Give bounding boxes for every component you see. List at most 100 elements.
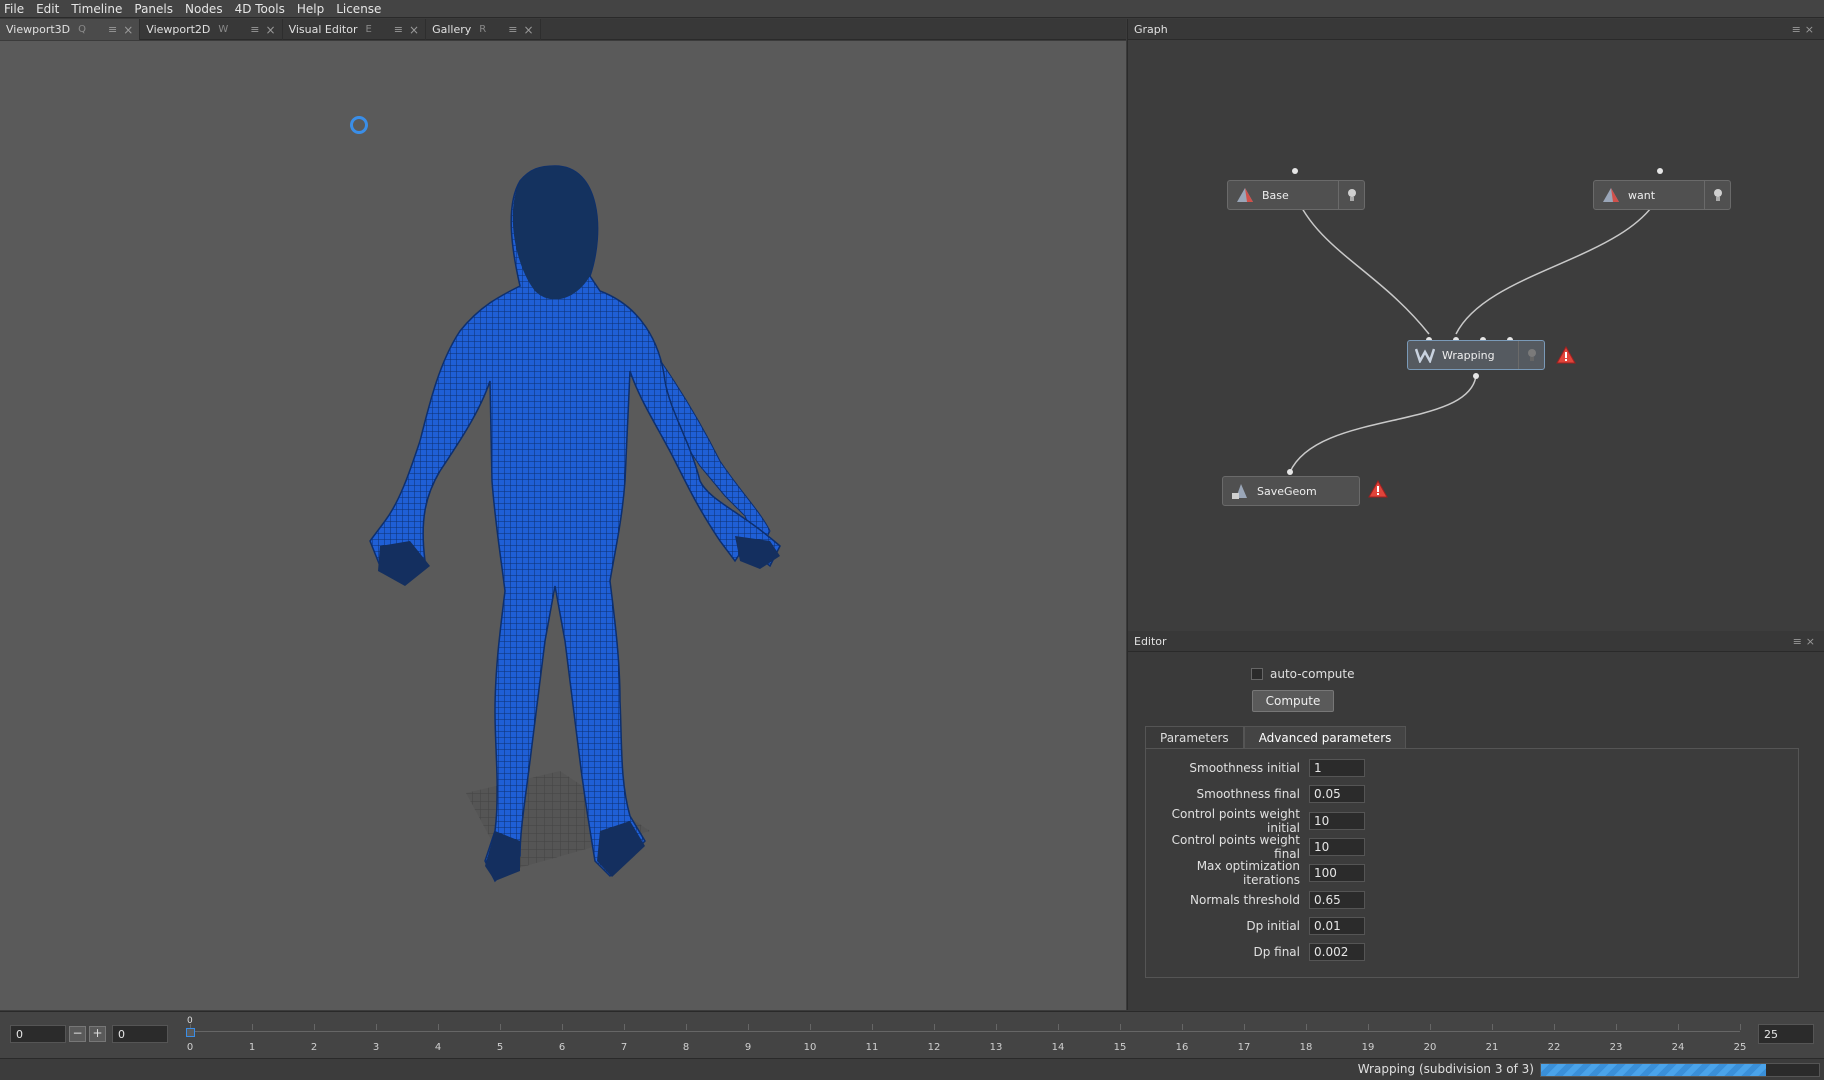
end-frame-field[interactable]: [1758, 1024, 1814, 1044]
timeline-tick-label: 17: [1237, 1042, 1251, 1053]
editor-title: Editor: [1134, 634, 1167, 648]
menu-help[interactable]: Help: [297, 2, 324, 16]
timeline-tick: [1492, 1024, 1493, 1030]
timeline-tick-label: 10: [803, 1042, 817, 1053]
right-panels: Graph ≡× Base want Wrapping SaveGeom Edi…: [1127, 19, 1824, 1010]
node-savegeom[interactable]: SaveGeom: [1222, 476, 1360, 506]
start-frame-field[interactable]: [10, 1025, 66, 1043]
node-want[interactable]: want: [1593, 180, 1731, 210]
playhead-label: 0: [187, 1016, 193, 1026]
geometry-icon: [1234, 184, 1256, 206]
timeline-tick: [562, 1024, 563, 1030]
close-icon[interactable]: ×: [523, 23, 533, 37]
cursor-indicator: [350, 116, 368, 134]
node-label: SaveGeom: [1257, 484, 1317, 498]
tab-gallery[interactable]: Gallery R ≡ ×: [426, 19, 541, 40]
auto-compute-label: auto-compute: [1270, 667, 1355, 681]
geometry-icon: [1600, 184, 1622, 206]
menu-icon[interactable]: ≡: [394, 23, 403, 36]
timeline-tick-label: 13: [989, 1042, 1003, 1053]
menu-4d-tools[interactable]: 4D Tools: [235, 2, 285, 16]
menubar: File Edit Timeline Panels Nodes 4D Tools…: [0, 0, 1824, 18]
node-label: Base: [1262, 188, 1289, 202]
timeline-tick-label: 22: [1547, 1042, 1561, 1053]
menu-nodes[interactable]: Nodes: [185, 2, 223, 16]
increment-button[interactable]: +: [89, 1026, 106, 1042]
close-icon[interactable]: ×: [1806, 635, 1819, 648]
node-base[interactable]: Base: [1227, 180, 1365, 210]
menu-edit[interactable]: Edit: [36, 2, 59, 16]
param-row: Max optimization iterations: [1146, 859, 1800, 887]
timeline-tick-label: 0: [186, 1042, 194, 1053]
timeline-tick: [1678, 1024, 1679, 1030]
dp-final-field[interactable]: [1309, 943, 1365, 961]
menu-icon[interactable]: ≡: [250, 23, 259, 36]
tab-label: Gallery: [432, 23, 472, 36]
menu-license[interactable]: License: [336, 2, 381, 16]
param-tabs: Parameters Advanced parameters: [1145, 726, 1407, 748]
warning-icon: [1368, 480, 1388, 498]
menu-icon[interactable]: ≡: [108, 23, 117, 36]
param-label: Normals threshold: [1190, 893, 1300, 907]
auto-compute-toggle[interactable]: auto-compute: [1251, 667, 1355, 681]
save-geometry-icon: [1229, 480, 1251, 502]
tab-label: Viewport2D: [146, 23, 211, 36]
tab-parameters[interactable]: Parameters: [1145, 726, 1244, 748]
close-icon[interactable]: ×: [1805, 23, 1818, 36]
graph-connections: [1287, 168, 1663, 475]
control-points-weight-initial-field[interactable]: [1309, 812, 1365, 830]
viewport-3d[interactable]: [0, 41, 1126, 1010]
playhead-handle[interactable]: [186, 1028, 195, 1037]
menu-icon[interactable]: ≡: [1792, 23, 1805, 36]
node-wrapping[interactable]: Wrapping: [1407, 340, 1545, 370]
node-graph[interactable]: Base want Wrapping SaveGeom: [1128, 40, 1824, 631]
close-icon[interactable]: ×: [409, 23, 419, 37]
lightbulb-icon[interactable]: [1338, 181, 1364, 209]
timeline-tick: [686, 1024, 687, 1030]
timeline-tick: [1120, 1024, 1121, 1030]
timeline-tick: [1430, 1024, 1431, 1030]
compute-button[interactable]: Compute: [1252, 690, 1334, 712]
dp-initial-field[interactable]: [1309, 917, 1365, 935]
close-icon[interactable]: ×: [123, 23, 133, 37]
tab-advanced-parameters[interactable]: Advanced parameters: [1243, 726, 1407, 748]
timeline-tick: [1368, 1024, 1369, 1030]
menu-panels[interactable]: Panels: [134, 2, 173, 16]
menu-icon[interactable]: ≡: [1793, 635, 1806, 648]
timeline-ruler[interactable]: 0 1 2 3 4 5 6 7 8 9 10 11 12 13 14 15 16 17 18 19 20 21 22 23 24…: [186, 1012, 1746, 1059]
tab-visual-editor[interactable]: Visual Editor E ≡ ×: [283, 19, 427, 40]
control-points-weight-final-field[interactable]: [1309, 838, 1365, 856]
wrap-icon: [1414, 344, 1436, 366]
param-label: Control points weight initial: [1171, 807, 1300, 835]
normals-threshold-field[interactable]: [1309, 891, 1365, 909]
decrement-button[interactable]: −: [69, 1026, 86, 1042]
close-icon[interactable]: ×: [266, 23, 276, 37]
mesh-figure: [369, 165, 781, 883]
progress-fill: [1541, 1064, 1767, 1076]
timeline-tick-label: 24: [1671, 1042, 1685, 1053]
timeline-tick-label: 5: [496, 1042, 504, 1053]
timeline-tick: [810, 1024, 811, 1030]
lightbulb-icon[interactable]: [1704, 181, 1730, 209]
timeline-tick-label: 16: [1175, 1042, 1189, 1053]
max-optimization-iterations-field[interactable]: [1309, 864, 1365, 882]
menu-file[interactable]: File: [4, 2, 24, 16]
current-frame-field[interactable]: [112, 1025, 168, 1043]
tab-viewport3d[interactable]: Viewport3D Q ≡ ×: [0, 19, 141, 40]
tab-viewport2d[interactable]: Viewport2D W ≡ ×: [140, 19, 283, 40]
menu-timeline[interactable]: Timeline: [71, 2, 122, 16]
status-bar: Wrapping (subdivision 3 of 3): [0, 1058, 1824, 1080]
timeline-tick: [1244, 1024, 1245, 1030]
timeline-tick-label: 4: [434, 1042, 442, 1053]
param-row: Control points weight final: [1146, 833, 1800, 861]
graph-header: Graph ≡×: [1128, 19, 1824, 40]
auto-compute-checkbox[interactable]: [1251, 668, 1263, 680]
param-label: Dp final: [1253, 945, 1300, 959]
smoothness-initial-field[interactable]: [1309, 759, 1365, 777]
smoothness-final-field[interactable]: [1309, 785, 1365, 803]
timeline-tick-label: 1: [248, 1042, 256, 1053]
menu-icon[interactable]: ≡: [508, 23, 517, 36]
lightbulb-icon[interactable]: [1518, 341, 1544, 369]
node-label: want: [1628, 188, 1656, 202]
advanced-parameters-form: Smoothness initial Smoothness final Cont…: [1145, 748, 1799, 978]
